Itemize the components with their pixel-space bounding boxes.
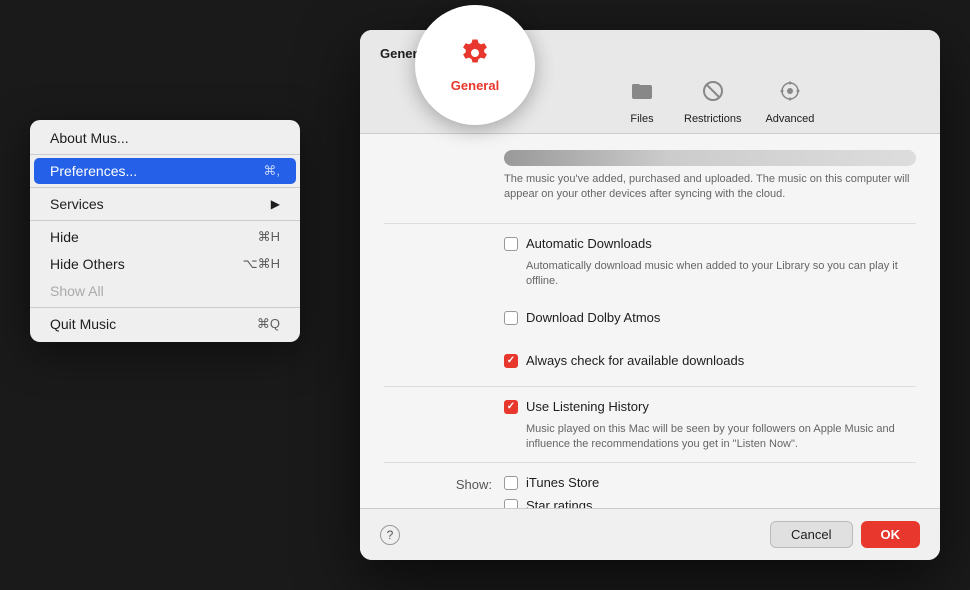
- automatic-downloads-row: Automatic Downloads Automatically downlo…: [384, 236, 916, 300]
- automatic-downloads-desc: Automatically download music when added …: [526, 259, 916, 290]
- advanced-icon-box: [772, 73, 808, 109]
- quit-label: Quit Music: [50, 316, 116, 332]
- dolby-row: Download Dolby Atmos: [384, 310, 916, 343]
- listening-history-control: Use Listening History Music played on th…: [504, 399, 916, 453]
- preferences-menu-item[interactable]: Preferences... ⌘,: [34, 158, 296, 184]
- hide-others-label: Hide Others: [50, 256, 125, 272]
- services-label: Services: [50, 196, 104, 212]
- listening-history-cb-label: Use Listening History: [526, 399, 649, 414]
- listening-history-checkbox[interactable]: [504, 400, 518, 414]
- itunes-store-checkbox[interactable]: [504, 476, 518, 490]
- dolby-cb-label: Download Dolby Atmos: [526, 310, 660, 325]
- show-label-col: Show:: [384, 475, 504, 492]
- dolby-checkbox-row: Download Dolby Atmos: [504, 310, 916, 325]
- about-menu-item[interactable]: About Mus...: [34, 125, 296, 151]
- services-menu-item[interactable]: Services ▶: [34, 191, 296, 217]
- dolby-control: Download Dolby Atmos: [504, 310, 916, 333]
- toolbar-restrictions[interactable]: Restrictions: [684, 73, 741, 125]
- menu-separator-1: [30, 154, 300, 155]
- restrictions-icon: [702, 80, 724, 102]
- always-check-checkbox[interactable]: [504, 354, 518, 368]
- quit-shortcut: ⌘Q: [257, 316, 280, 332]
- listening-history-checkbox-row: Use Listening History: [504, 399, 916, 414]
- listening-history-desc: Music played on this Mac will be seen by…: [526, 422, 916, 453]
- about-label: About Mus...: [50, 130, 129, 146]
- hide-others-shortcut: ⌥⌘H: [243, 256, 280, 272]
- hide-label: Hide: [50, 229, 79, 245]
- automatic-downloads-checkbox-row: Automatic Downloads: [504, 236, 916, 251]
- preferences-label: Preferences...: [50, 163, 137, 179]
- hide-menu-item[interactable]: Hide ⌘H: [34, 224, 296, 250]
- listening-history-label-col: [384, 399, 504, 401]
- icloud-bar: [504, 150, 916, 166]
- toolbar-advanced[interactable]: Advanced: [765, 73, 814, 125]
- listening-history-row: Use Listening History Music played on th…: [384, 399, 916, 464]
- gear-icon: [459, 37, 491, 74]
- always-check-row: Always check for available downloads: [384, 353, 916, 387]
- hide-shortcut: ⌘H: [258, 229, 280, 245]
- icloud-label-col: [384, 150, 504, 152]
- general-icon-label: General: [451, 78, 499, 93]
- general-icon-highlight: General: [415, 5, 535, 125]
- always-check-checkbox-row: Always check for available downloads: [504, 353, 916, 368]
- automatic-downloads-control: Automatic Downloads Automatically downlo…: [504, 236, 916, 290]
- icloud-control-col: The music you've added, purchased and up…: [504, 150, 916, 213]
- automatic-downloads-cb-label: Automatic Downloads: [526, 236, 652, 251]
- restrictions-icon-box: [695, 73, 731, 109]
- show-all-menu-item[interactable]: Show All: [34, 278, 296, 304]
- cancel-button[interactable]: Cancel: [770, 521, 852, 548]
- menu-separator-2: [30, 187, 300, 188]
- files-label: Files: [630, 113, 653, 125]
- automatic-downloads-checkbox[interactable]: [504, 237, 518, 251]
- icloud-row: The music you've added, purchased and up…: [384, 150, 916, 224]
- automatic-downloads-label-col: [384, 236, 504, 238]
- files-icon-box: [624, 73, 660, 109]
- prefs-footer: ? Cancel OK: [360, 508, 940, 560]
- prefs-content: The music you've added, purchased and up…: [360, 134, 940, 508]
- menu-separator-3: [30, 220, 300, 221]
- star-ratings-checkbox[interactable]: [504, 499, 518, 508]
- always-check-label-col: [384, 353, 504, 355]
- help-button[interactable]: ?: [380, 525, 400, 545]
- always-check-control: Always check for available downloads: [504, 353, 916, 376]
- itunes-store-row: iTunes Store: [504, 475, 916, 490]
- footer-buttons: Cancel OK: [770, 521, 920, 548]
- dolby-label-col: [384, 310, 504, 312]
- advanced-label: Advanced: [765, 113, 814, 125]
- dolby-checkbox[interactable]: [504, 311, 518, 325]
- folder-icon: [631, 80, 653, 102]
- services-arrow-icon: ▶: [271, 197, 280, 211]
- icloud-desc: The music you've added, purchased and up…: [504, 172, 916, 203]
- itunes-store-label: iTunes Store: [526, 475, 599, 490]
- show-row: Show: iTunes Store Star ratings Songs li…: [384, 475, 916, 508]
- star-ratings-row: Star ratings: [504, 498, 916, 508]
- quit-menu-item[interactable]: Quit Music ⌘Q: [34, 311, 296, 337]
- menu-separator-4: [30, 307, 300, 308]
- preferences-shortcut: ⌘,: [263, 163, 280, 179]
- always-check-cb-label: Always check for available downloads: [526, 353, 744, 368]
- ok-button[interactable]: OK: [861, 521, 921, 548]
- app-menu: About Mus... Preferences... ⌘, Services …: [30, 120, 300, 342]
- toolbar-files[interactable]: Files: [624, 73, 660, 125]
- star-ratings-label: Star ratings: [526, 498, 592, 508]
- advanced-icon: [779, 80, 801, 102]
- show-control: iTunes Store Star ratings Songs list tic…: [504, 475, 916, 508]
- restrictions-label: Restrictions: [684, 113, 741, 125]
- hide-others-menu-item[interactable]: Hide Others ⌥⌘H: [34, 251, 296, 277]
- show-all-label: Show All: [50, 283, 104, 299]
